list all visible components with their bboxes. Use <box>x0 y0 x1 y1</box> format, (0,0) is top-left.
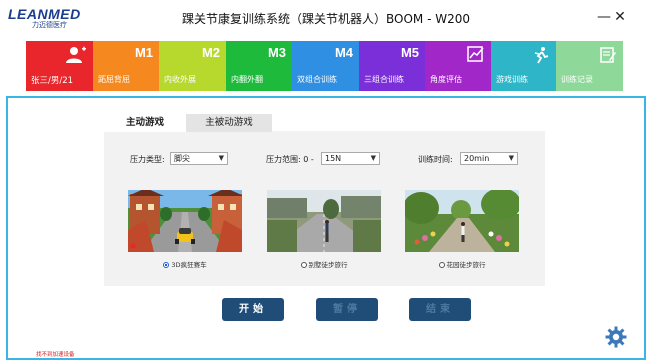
tab-m2[interactable]: M2 内收外展 <box>159 41 226 91</box>
tab-label: 张三/男/21 <box>31 76 74 86</box>
pressure-type-label: 压力类型: <box>130 155 165 164</box>
game-card-garden-walk[interactable] <box>405 190 519 252</box>
user-add-icon <box>65 46 87 68</box>
tab-active-passive-game[interactable]: 主被动游戏 <box>186 114 272 132</box>
tab-label: 训练记录 <box>561 75 593 84</box>
garden-scene-image <box>405 190 519 252</box>
tab-m3[interactable]: M3 内翻外翻 <box>226 41 292 91</box>
chart-edit-icon <box>467 46 485 66</box>
tab-m1[interactable]: M1 跖屈背屈 <box>93 41 159 91</box>
pause-button[interactable]: 暂停 <box>316 298 378 321</box>
settings-gear-icon[interactable] <box>605 326 627 348</box>
tab-label: 角度评估 <box>430 75 462 84</box>
game-caption-label: 别墅徒步旅行 <box>308 261 348 269</box>
tab-m4[interactable]: M4 双组合训练 <box>292 41 359 91</box>
game-option-villa[interactable]: 别墅徒步旅行 <box>267 259 381 269</box>
train-time-value: 20min <box>464 154 490 163</box>
tab-patient-profile[interactable]: 张三/男/21 <box>26 41 93 91</box>
tab-badge: M3 <box>267 45 286 60</box>
game-caption-label: 花园徒步旅行 <box>446 261 486 269</box>
tab-angle-assessment[interactable]: 角度评估 <box>425 41 491 91</box>
villa-scene-image <box>267 190 381 252</box>
pressure-range-label: 压力范围: 0 - <box>266 155 314 164</box>
pressure-range-value: 15N <box>325 154 342 163</box>
tab-badge: M5 <box>400 45 419 60</box>
chevron-down-icon: ▼ <box>508 154 514 162</box>
game-card-racing[interactable] <box>128 190 242 252</box>
tab-m5[interactable]: M5 三组合训练 <box>359 41 425 91</box>
radio-button[interactable] <box>300 262 307 268</box>
chevron-down-icon: ▼ <box>370 154 376 162</box>
radio-button[interactable] <box>438 262 445 268</box>
notepad-icon <box>599 46 617 68</box>
pressure-type-select[interactable]: 脚尖 ▼ <box>170 152 228 165</box>
pressure-type-value: 脚尖 <box>174 154 190 163</box>
window-title: 踝关节康复训练系统（踝关节机器人）BOOM - W200 <box>182 12 470 26</box>
pressure-range-select[interactable]: 15N ▼ <box>321 152 380 165</box>
game-option-racing[interactable]: 3D疯狂赛车 <box>128 259 242 269</box>
title-bar: LEANMED 力迈德医疗 踝关节康复训练系统（踝关节机器人）BOOM - W2… <box>0 0 652 36</box>
tab-game-training[interactable]: 游戏训练 <box>491 41 556 91</box>
module-tab-bar: 张三/男/21 M1 跖屈背屈 M2 内收外展 M3 内翻外翻 M4 双组合训练… <box>26 41 626 91</box>
running-icon <box>532 46 550 68</box>
tab-label: 三组合训练 <box>364 75 404 84</box>
tab-label: 游戏训练 <box>496 75 528 84</box>
status-message: 找不到加速设备 <box>36 352 75 358</box>
chevron-down-icon: ▼ <box>218 154 224 162</box>
racing-scene-image <box>128 190 242 252</box>
tab-badge: M4 <box>334 45 353 60</box>
tab-label: 双组合训练 <box>297 75 337 84</box>
radio-button-checked[interactable] <box>163 262 170 268</box>
train-time-label: 训练时间: <box>418 155 453 164</box>
tab-label: 内收外展 <box>164 75 196 84</box>
close-button[interactable]: ✕ <box>611 8 629 26</box>
train-time-select[interactable]: 20min ▼ <box>460 152 518 165</box>
tab-label: 内翻外翻 <box>231 75 263 84</box>
tab-training-records[interactable]: 训练记录 <box>556 41 623 91</box>
game-card-villa-walk[interactable] <box>267 190 381 252</box>
tab-badge: M2 <box>201 45 220 60</box>
app-window: LEANMED 力迈德医疗 踝关节康复训练系统（踝关节机器人）BOOM - W2… <box>0 0 652 364</box>
tab-active-game[interactable]: 主动游戏 <box>104 114 186 132</box>
end-button[interactable]: 结束 <box>409 298 471 321</box>
game-option-garden[interactable]: 花园徒步旅行 <box>405 259 519 269</box>
start-button[interactable]: 开始 <box>222 298 284 321</box>
tab-label: 跖屈背屈 <box>98 75 130 84</box>
game-caption-label: 3D疯狂赛车 <box>171 261 207 269</box>
tab-badge: M1 <box>134 45 153 60</box>
